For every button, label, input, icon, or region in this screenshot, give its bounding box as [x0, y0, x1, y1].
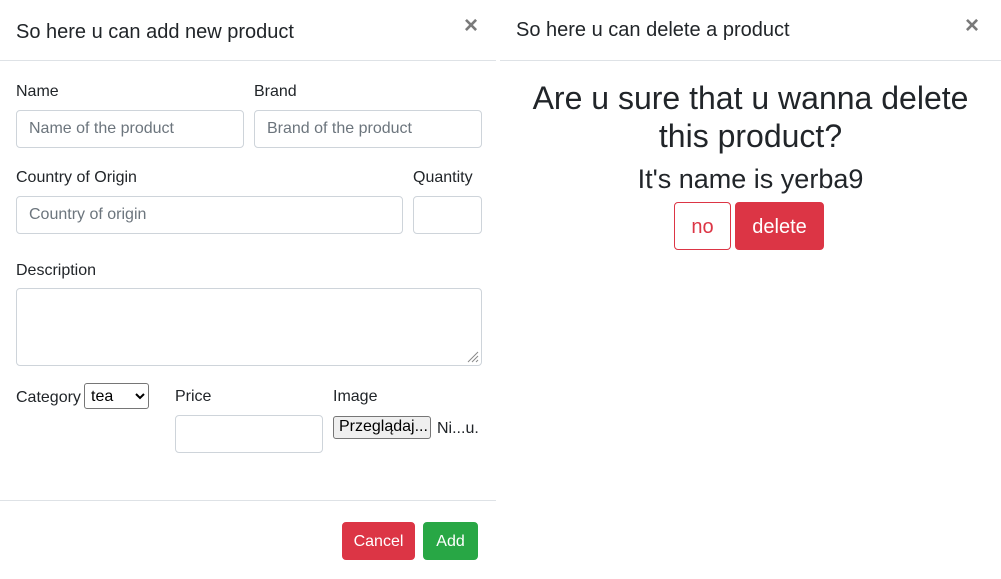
add-product-modal: So here u can add new product × Name Bra…	[0, 0, 496, 579]
delete-button[interactable]: delete	[735, 202, 824, 250]
add-modal-title: So here u can add new product	[16, 21, 294, 43]
quantity-label: Quantity	[413, 169, 473, 186]
country-input[interactable]	[16, 196, 403, 234]
image-file-status: Ni...u.	[437, 420, 479, 437]
delete-modal-header: So here u can delete a product ×	[500, 0, 1001, 61]
no-button[interactable]: no	[674, 202, 731, 250]
price-input[interactable]	[175, 415, 323, 453]
cancel-button[interactable]: Cancel	[342, 522, 415, 560]
price-label: Price	[175, 388, 212, 405]
image-label: Image	[333, 388, 378, 405]
description-label: Description	[16, 262, 97, 279]
delete-question-line1: Are u sure that u wanna delete	[532, 80, 969, 116]
modal-footer-divider	[0, 500, 496, 501]
name-input[interactable]	[16, 110, 244, 148]
image-browse-button[interactable]: Przeglądaj...	[333, 416, 431, 439]
country-label: Country of Origin	[16, 169, 137, 186]
delete-question-line2: this product?	[658, 118, 843, 154]
brand-label: Brand	[254, 83, 297, 100]
close-icon[interactable]: ×	[963, 14, 981, 38]
category-select[interactable]: tea	[84, 383, 149, 409]
quantity-input[interactable]	[413, 196, 482, 234]
delete-modal-title: So here u can delete a product	[516, 19, 790, 41]
description-textarea[interactable]	[16, 288, 482, 366]
name-label: Name	[16, 83, 59, 100]
delete-product-modal: So here u can delete a product × Are u s…	[500, 0, 1001, 266]
add-modal-header: So here u can add new product ×	[0, 0, 496, 61]
product-name-text: It's name is yerba9	[637, 164, 864, 194]
resize-grip-icon[interactable]	[467, 351, 479, 363]
close-icon[interactable]: ×	[462, 14, 480, 38]
brand-input[interactable]	[254, 110, 482, 148]
add-button[interactable]: Add	[423, 522, 478, 560]
category-label: Category	[16, 389, 81, 406]
